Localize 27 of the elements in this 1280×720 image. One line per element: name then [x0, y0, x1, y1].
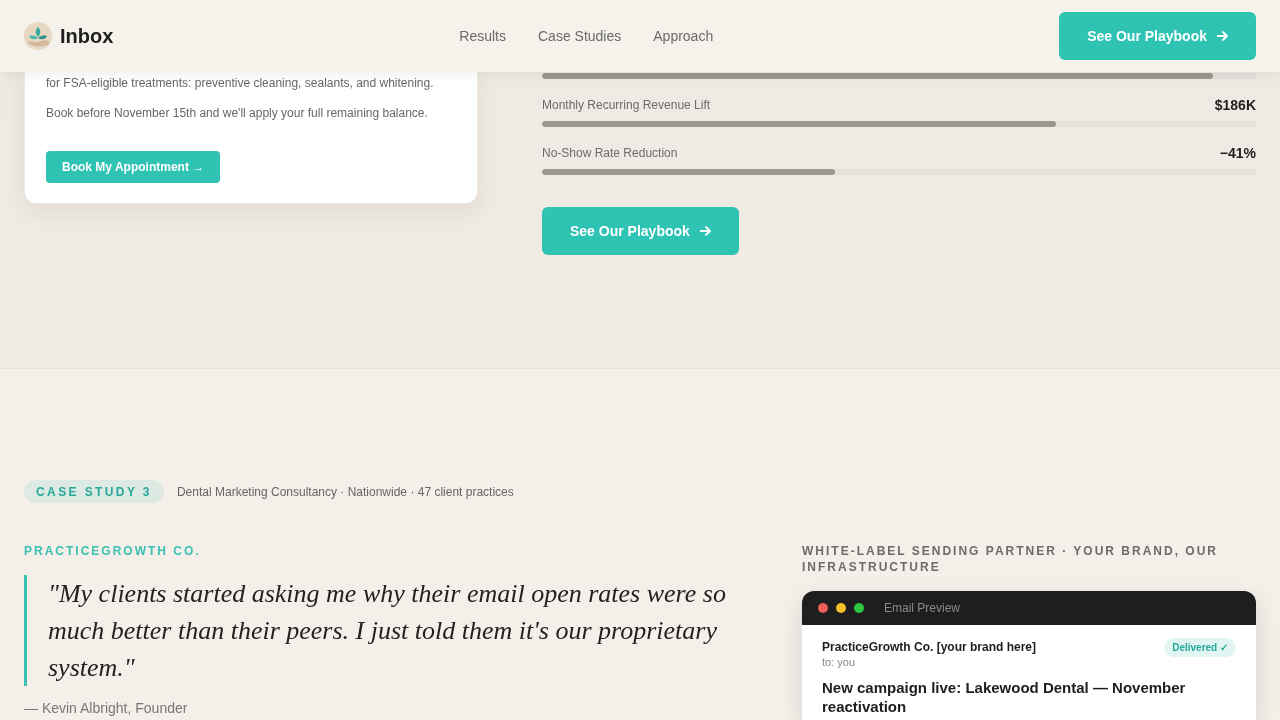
- window-dot-icon: [854, 603, 864, 613]
- metric-label: Monthly Recurring Revenue Lift: [542, 98, 711, 112]
- case-study-badge: CASE STUDY 3: [24, 480, 164, 503]
- nav-link[interactable]: Approach: [653, 28, 714, 44]
- testimonial-quote: "My clients started asking me why their email open rates were so much better than their peers. I just told them it's our proprietary system.": [24, 575, 740, 686]
- window-dot-icon: [818, 603, 828, 613]
- metric-value: $186K: [1214, 97, 1256, 113]
- nav-link[interactable]: Case Studies: [538, 28, 622, 44]
- quote-attribution: — Kevin Albright, Founder: [24, 700, 189, 716]
- metric-label: No-Show Rate Reduction: [542, 146, 678, 160]
- partner-heading: WHITE-LABEL SENDING PARTNER · YOUR BRAND, OUR INFRASTRUCTURE: [802, 543, 1219, 575]
- nav-link[interactable]: Results: [459, 28, 506, 44]
- offer-text: Book before November 15th and we'll apply your full remaining balance.: [46, 105, 429, 122]
- client-name: PRACTICEGROWTH CO.: [24, 543, 202, 559]
- email-recipient: to: you: [822, 655, 857, 669]
- brand-name: Inbox: [60, 24, 114, 48]
- arrow-icon: [699, 226, 711, 236]
- offer-text: for FSA-eligible treatments: preventive cleaning, sealants, and whitening.: [46, 75, 435, 92]
- delivery-status: Delivered ✓: [1164, 638, 1236, 657]
- email-subject: New campaign live: Lakewood Dental — November reactivation: [822, 678, 1187, 716]
- window-dot-icon: [836, 603, 846, 613]
- arrow-icon: [1217, 31, 1228, 41]
- case-study-meta: Dental Marketing Consultancy · Nationwide · 47 client practices: [176, 484, 514, 499]
- logo-icon: [24, 22, 52, 50]
- email-sender: PracticeGrowth Co. [your brand here]: [822, 639, 1037, 655]
- window-title: Email Preview: [884, 601, 961, 615]
- metric-value: −41%: [1219, 145, 1256, 161]
